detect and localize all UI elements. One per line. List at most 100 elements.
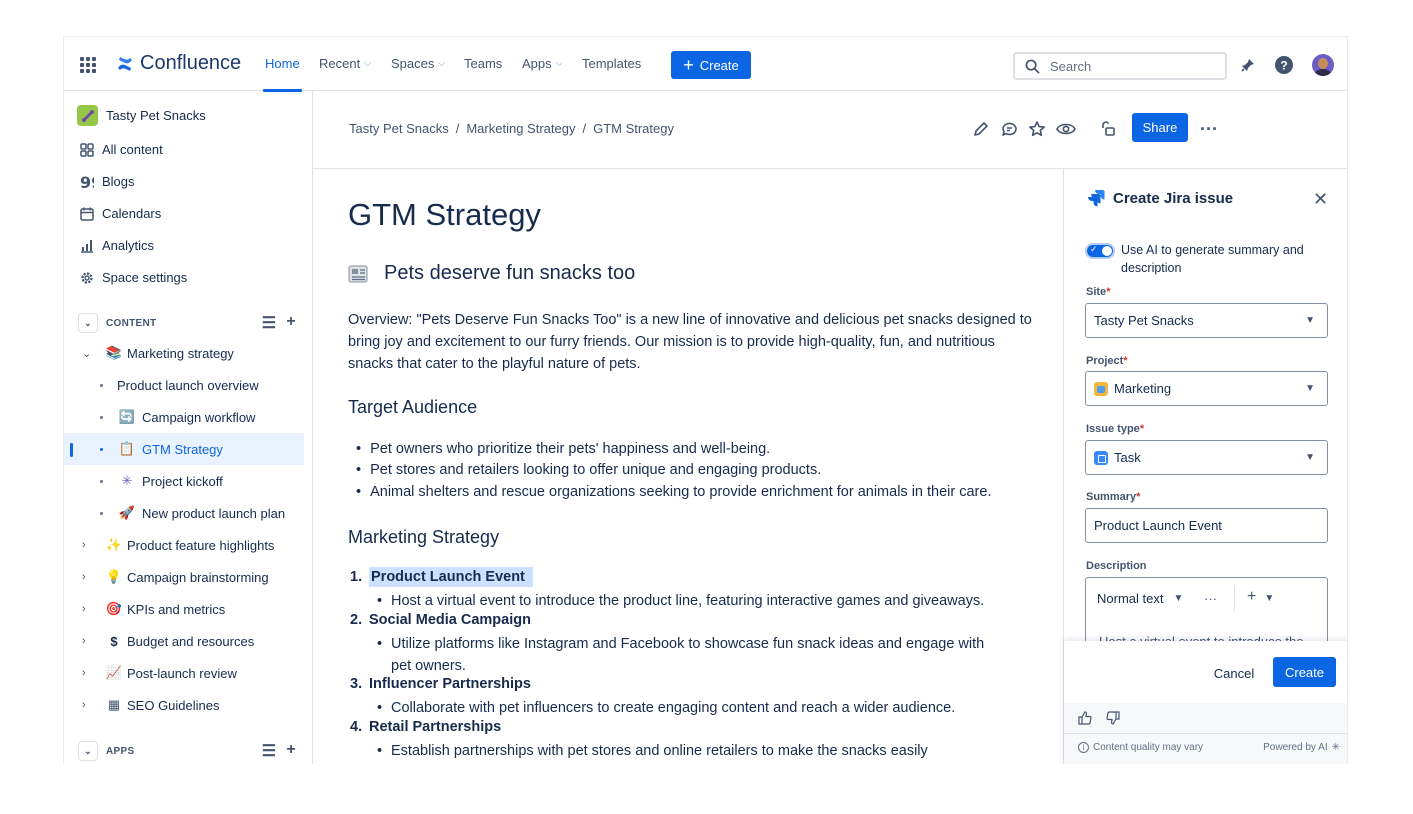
create-button[interactable]: +Create	[671, 51, 751, 79]
filter-icon[interactable]: ☰	[262, 313, 277, 333]
chevron-right-icon[interactable]: ›	[82, 635, 86, 647]
edit-icon[interactable]	[969, 118, 991, 140]
required-marker: *	[1123, 355, 1127, 367]
tree-item-label: Campaign brainstorming	[127, 570, 269, 585]
dollar-icon: $	[106, 633, 122, 649]
chevron-right-icon[interactable]: ›	[82, 699, 86, 711]
filter-icon[interactable]: ☰	[262, 741, 277, 761]
nav-templates[interactable]: Templates	[582, 56, 641, 71]
chevron-right-icon[interactable]: ›	[82, 539, 86, 551]
list-item-detail: pet owners.	[378, 655, 984, 677]
required-marker: *	[1136, 491, 1140, 503]
tree-item-product-launch-overview[interactable]: Product launch overview	[64, 369, 313, 401]
divider	[1064, 733, 1348, 734]
sidebar-item-analytics[interactable]: Analytics	[80, 238, 154, 253]
search-input[interactable]: Search	[1013, 52, 1227, 80]
list-item-title[interactable]: Product Launch Event	[369, 567, 533, 587]
chevron-down-icon: ▼	[1305, 383, 1315, 394]
insert-button[interactable]: +▼	[1247, 588, 1274, 606]
grid-icon	[80, 143, 94, 157]
comment-icon[interactable]	[998, 118, 1020, 140]
thumbs-up-icon[interactable]	[1078, 711, 1092, 728]
sidebar: Tasty Pet Snacks All content 99 Blogs Ca…	[64, 91, 313, 764]
sidebar-item-blogs[interactable]: 99 Blogs	[80, 174, 135, 189]
add-content-icon[interactable]: +	[286, 313, 296, 333]
panel-footer: Cancel Create iContent quality may vary …	[1064, 641, 1348, 764]
watch-icon[interactable]	[1055, 118, 1077, 140]
chevron-right-icon[interactable]: ›	[82, 571, 86, 583]
check-icon: ✓	[1090, 244, 1098, 255]
tree-item-seo-guidelines[interactable]: ›▦SEO Guidelines	[64, 689, 313, 721]
tree-item-new-product-launch-plan[interactable]: 🚀New product launch plan	[64, 497, 313, 529]
chevron-down-icon[interactable]: ⌄	[82, 347, 91, 360]
sidebar-item-calendars[interactable]: Calendars	[80, 206, 161, 221]
share-button[interactable]: Share	[1132, 113, 1188, 142]
confluence-logo[interactable]: Confluence	[116, 52, 241, 75]
marketing-strategy-heading: Marketing Strategy	[348, 527, 499, 548]
collapse-content-button[interactable]: ⌄	[78, 313, 98, 333]
create-issue-button[interactable]: Create	[1273, 657, 1336, 687]
nav-home[interactable]: Home	[265, 56, 300, 71]
close-icon[interactable]: ✕	[1313, 189, 1328, 210]
breadcrumb-item[interactable]: GTM Strategy	[593, 121, 674, 136]
cancel-button-label: Cancel	[1214, 666, 1254, 681]
project-select[interactable]: Marketing▼	[1085, 371, 1328, 406]
list-item: Utilize platforms like Instagram and Fac…	[378, 633, 984, 677]
list-icon: 📋	[119, 441, 135, 457]
more-formatting-button[interactable]: ···	[1204, 591, 1217, 606]
site-label: Site*	[1086, 286, 1110, 298]
powered-by-text: Powered by AI	[1263, 742, 1327, 753]
issue-type-select[interactable]: Task▼	[1085, 440, 1328, 475]
ai-toggle[interactable]: ✓	[1085, 243, 1115, 259]
thumbs-down-icon[interactable]	[1106, 711, 1120, 728]
toolbar-divider	[1234, 585, 1235, 611]
sidebar-item-all-content[interactable]: All content	[80, 142, 163, 157]
project-icon	[1094, 382, 1108, 396]
text-style-dropdown[interactable]: Normal text▼	[1097, 591, 1183, 606]
list-item-detail: Host a virtual event to introduce the pr…	[378, 590, 984, 612]
breadcrumb-item[interactable]: Marketing Strategy	[466, 121, 575, 136]
cancel-button[interactable]: Cancel	[1204, 659, 1264, 687]
sidebar-item-space-settings[interactable]: Space settings	[80, 270, 187, 285]
tree-item-label: New product launch plan	[142, 506, 285, 521]
collapse-apps-button[interactable]: ⌄	[78, 741, 98, 761]
tree-item-post-launch-review[interactable]: ›📈Post-launch review	[64, 657, 313, 689]
space-header[interactable]: Tasty Pet Snacks	[77, 105, 206, 126]
tree-item-campaign-brainstorming[interactable]: ›💡Campaign brainstorming	[64, 561, 313, 593]
nav-spaces[interactable]: Spaces⌵	[391, 56, 445, 71]
workflow-icon: 🔄	[119, 409, 135, 425]
nav-apps[interactable]: Apps⌵	[522, 56, 562, 71]
chevron-right-icon[interactable]: ›	[82, 603, 86, 615]
tree-item-kpis-and-metrics[interactable]: ›🎯KPIs and metrics	[64, 593, 313, 625]
tree-item-product-feature-highlights[interactable]: ›✨Product feature highlights	[64, 529, 313, 561]
add-app-icon[interactable]: +	[286, 741, 296, 761]
restrictions-unlock-icon[interactable]	[1097, 118, 1119, 140]
tree-item-project-kickoff[interactable]: ✳Project kickoff	[64, 465, 313, 497]
chevron-down-icon: ⌵	[364, 58, 371, 69]
tree-item-budget-and-resources[interactable]: ›$Budget and resources	[64, 625, 313, 657]
site-select[interactable]: Tasty Pet Snacks▼	[1085, 303, 1328, 338]
list-item: Animal shelters and rescue organizations…	[356, 484, 991, 500]
nav-recent[interactable]: Recent⌵	[319, 56, 371, 71]
help-icon[interactable]: ?	[1273, 54, 1295, 76]
tree-item-marketing-strategy[interactable]: ⌄📚Marketing strategy	[64, 337, 313, 369]
document-icon: ▦	[106, 697, 122, 713]
notifications-icon[interactable]	[1237, 54, 1259, 76]
content-section-header: ⌄ CONTENT ☰+	[78, 313, 298, 333]
page-title: GTM Strategy	[348, 197, 541, 233]
tree-item-gtm-strategy[interactable]: 📋GTM Strategy	[64, 433, 304, 465]
nav-spaces-label: Spaces	[391, 56, 434, 71]
bar-chart-icon	[80, 239, 94, 253]
breadcrumb-item[interactable]: Tasty Pet Snacks	[349, 121, 449, 136]
chevron-right-icon[interactable]: ›	[82, 667, 86, 679]
sidebar-item-label: Space settings	[102, 270, 187, 285]
books-icon: 📚	[106, 345, 122, 361]
star-icon[interactable]	[1026, 118, 1048, 140]
plus-icon: +	[683, 56, 694, 74]
more-actions-icon[interactable]: ···	[1198, 118, 1220, 140]
summary-field[interactable]: Product Launch Event	[1085, 508, 1328, 543]
tree-item-campaign-workflow[interactable]: 🔄Campaign workflow	[64, 401, 313, 433]
nav-teams[interactable]: Teams	[464, 56, 502, 71]
avatar[interactable]	[1312, 54, 1334, 76]
app-switcher-icon[interactable]	[80, 57, 96, 73]
